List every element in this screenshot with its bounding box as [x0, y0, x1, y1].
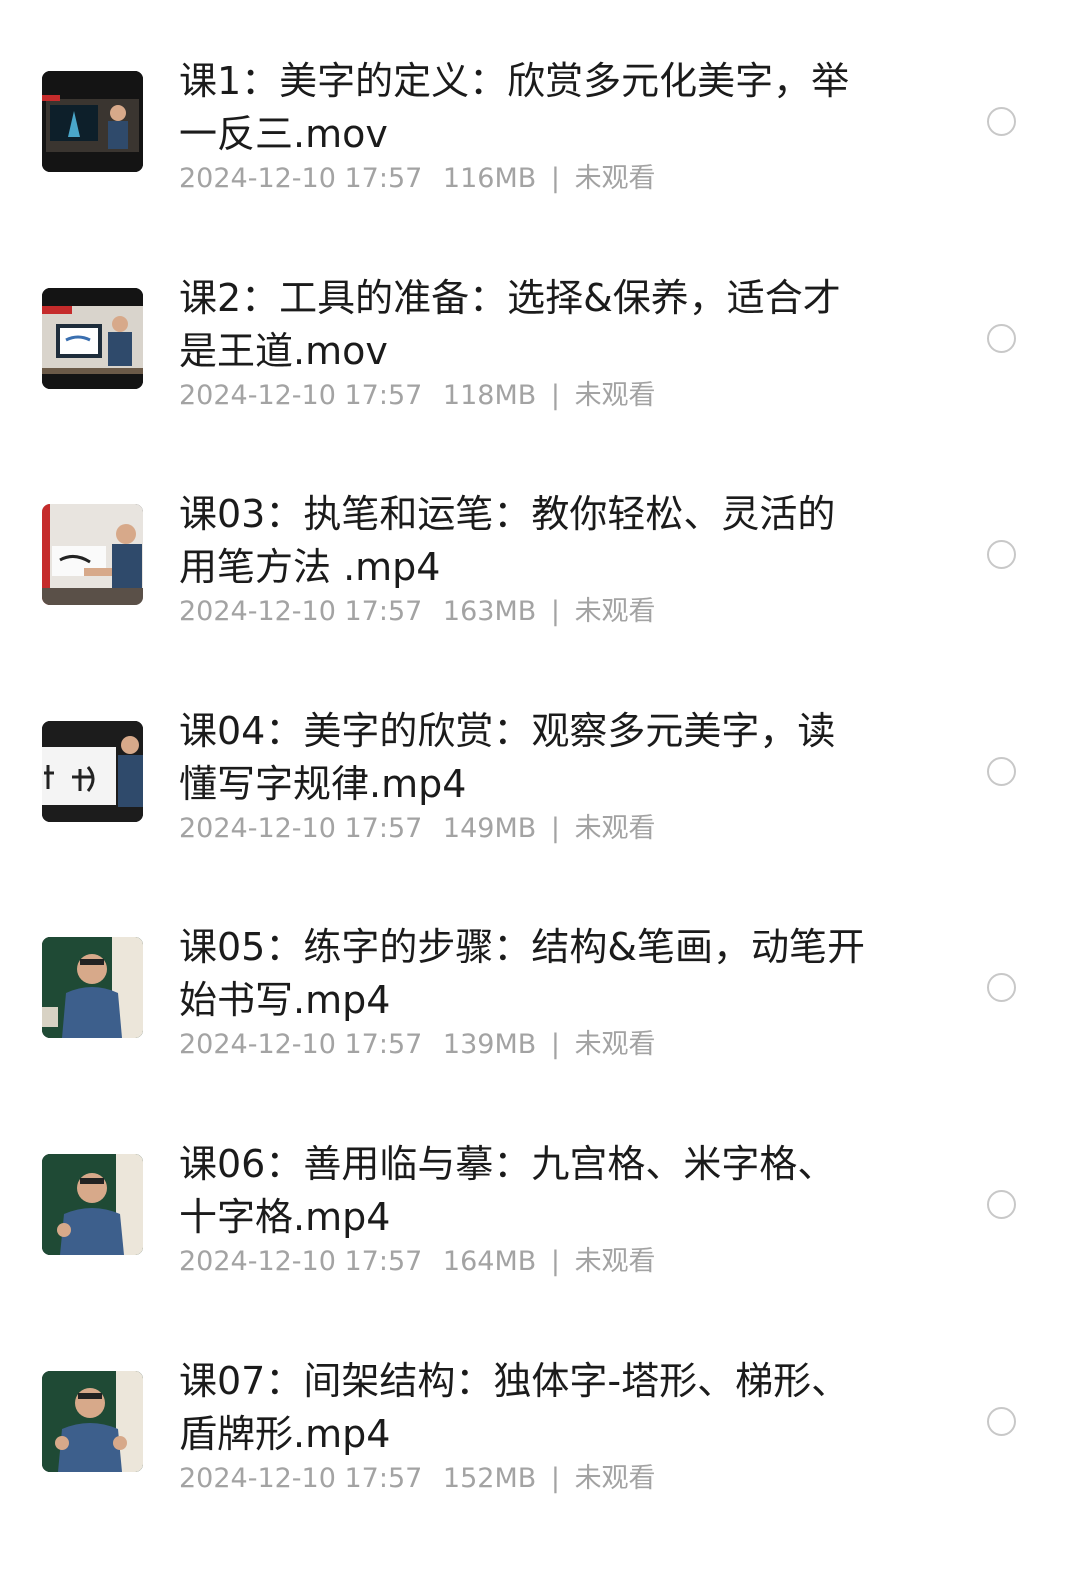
file-size: 149MB: [442, 813, 537, 844]
file-date: 2024-12-10 17:57: [179, 596, 423, 627]
watch-status: 未观看: [574, 380, 656, 411]
select-radio[interactable]: [987, 107, 1016, 136]
file-title-line: 课04：美字的欣赏：观察多元美字，读: [179, 709, 836, 753]
file-title-line: 十字格.mp4: [179, 1195, 391, 1239]
video-thumbnail-icon: [42, 1371, 143, 1472]
file-meta: 2024-12-10 17:57 116MB | 未观看: [179, 161, 656, 197]
file-meta: 2024-12-10 17:57 163MB | 未观看: [179, 594, 656, 630]
video-file-list: 课1：美字的定义：欣赏多元化美字，举 一反三.mov 2024-12-10 17…: [0, 0, 1080, 1539]
file-title: 课03：执笔和运笔：教你轻松、灵活的 用笔方法 .mp4: [179, 488, 899, 594]
file-date: 2024-12-10 17:57: [179, 1246, 423, 1277]
meta-separator: |: [550, 813, 560, 844]
watch-status: 未观看: [574, 596, 656, 627]
file-title-line: 是王道.mov: [179, 329, 388, 373]
video-thumbnail-icon: [42, 937, 143, 1038]
file-meta: 2024-12-10 17:57 139MB | 未观看: [179, 1027, 656, 1063]
meta-separator: |: [550, 1463, 560, 1494]
select-radio[interactable]: [987, 540, 1016, 569]
file-meta: 2024-12-10 17:57 118MB | 未观看: [179, 378, 656, 414]
watch-status: 未观看: [574, 1246, 656, 1277]
file-title-line: 课05：练字的步骤：结构&笔画，动笔开: [179, 925, 865, 969]
file-title-line: 盾牌形.mp4: [179, 1412, 391, 1456]
file-title-line: 课06：善用临与摹：九宫格、米字格、: [179, 1142, 836, 1186]
watch-status: 未观看: [574, 813, 656, 844]
meta-separator: |: [550, 380, 560, 411]
file-title: 课07：间架结构：独体字-塔形、梯形、 盾牌形.mp4: [179, 1355, 899, 1461]
file-date: 2024-12-10 17:57: [179, 1463, 423, 1494]
file-row[interactable]: 课06：善用临与摹：九宫格、米字格、 十字格.mp4 2024-12-10 17…: [0, 1138, 1080, 1355]
file-date: 2024-12-10 17:57: [179, 380, 423, 411]
file-meta: 2024-12-10 17:57 164MB | 未观看: [179, 1244, 656, 1280]
video-thumbnail-icon: [42, 1154, 143, 1255]
file-size: 152MB: [442, 1463, 537, 1494]
select-radio[interactable]: [987, 1190, 1016, 1219]
file-title-line: 课07：间架结构：独体字-塔形、梯形、: [179, 1359, 850, 1403]
select-radio[interactable]: [987, 324, 1016, 353]
file-title-line: 始书写.mp4: [179, 978, 391, 1022]
file-meta: 2024-12-10 17:57 149MB | 未观看: [179, 811, 656, 847]
meta-separator: |: [550, 163, 560, 194]
file-row[interactable]: 课2：工具的准备：选择&保养，适合才 是王道.mov 2024-12-10 17…: [0, 272, 1080, 489]
file-title: 课06：善用临与摹：九宫格、米字格、 十字格.mp4: [179, 1138, 899, 1244]
file-title: 课05：练字的步骤：结构&笔画，动笔开 始书写.mp4: [179, 921, 899, 1027]
file-title-line: 课1：美字的定义：欣赏多元化美字，举: [179, 59, 850, 103]
file-row[interactable]: 课03：执笔和运笔：教你轻松、灵活的 用笔方法 .mp4 2024-12-10 …: [0, 488, 1080, 705]
file-title-line: 课2：工具的准备：选择&保养，适合才: [179, 276, 841, 320]
meta-separator: |: [550, 596, 560, 627]
file-row[interactable]: 课1：美字的定义：欣赏多元化美字，举 一反三.mov 2024-12-10 17…: [0, 55, 1080, 272]
file-row[interactable]: 课04：美字的欣赏：观察多元美字，读 懂写字规律.mp4 2024-12-10 …: [0, 705, 1080, 922]
file-meta: 2024-12-10 17:57 152MB | 未观看: [179, 1461, 656, 1497]
file-size: 139MB: [442, 1029, 537, 1060]
file-date: 2024-12-10 17:57: [179, 813, 423, 844]
file-date: 2024-12-10 17:57: [179, 163, 423, 194]
file-size: 163MB: [442, 596, 537, 627]
video-thumbnail-icon: [42, 71, 143, 172]
video-thumbnail-icon: [42, 504, 143, 605]
file-size: 164MB: [442, 1246, 537, 1277]
file-date: 2024-12-10 17:57: [179, 1029, 423, 1060]
file-title: 课2：工具的准备：选择&保养，适合才 是王道.mov: [179, 272, 899, 378]
file-title: 课04：美字的欣赏：观察多元美字，读 懂写字规律.mp4: [179, 705, 899, 811]
file-title-line: 用笔方法 .mp4: [179, 545, 441, 589]
meta-separator: |: [550, 1029, 560, 1060]
meta-separator: |: [550, 1246, 560, 1277]
file-row[interactable]: 课05：练字的步骤：结构&笔画，动笔开 始书写.mp4 2024-12-10 1…: [0, 921, 1080, 1138]
watch-status: 未观看: [574, 1463, 656, 1494]
select-radio[interactable]: [987, 757, 1016, 786]
file-title-line: 懂写字规律.mp4: [179, 762, 467, 806]
select-radio[interactable]: [987, 1407, 1016, 1436]
file-size: 116MB: [442, 163, 537, 194]
file-size: 118MB: [442, 380, 537, 411]
video-thumbnail-icon: [42, 288, 143, 389]
watch-status: 未观看: [574, 1029, 656, 1060]
file-title-line: 课03：执笔和运笔：教你轻松、灵活的: [179, 492, 836, 536]
file-row[interactable]: 课07：间架结构：独体字-塔形、梯形、 盾牌形.mp4 2024-12-10 1…: [0, 1355, 1080, 1572]
file-title: 课1：美字的定义：欣赏多元化美字，举 一反三.mov: [179, 55, 899, 161]
video-thumbnail-icon: [42, 721, 143, 822]
file-title-line: 一反三.mov: [179, 112, 388, 156]
watch-status: 未观看: [574, 163, 656, 194]
select-radio[interactable]: [987, 973, 1016, 1002]
